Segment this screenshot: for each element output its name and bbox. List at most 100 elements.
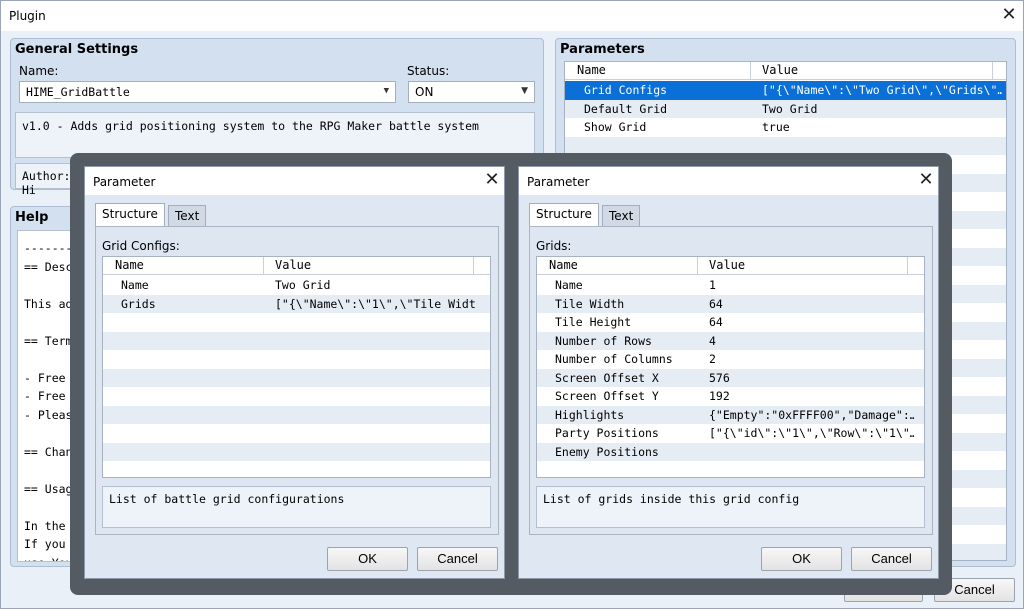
table-row [103,387,490,406]
table-row[interactable]: Enemy Positions [537,442,924,461]
table-row [103,424,490,443]
table-row [537,461,924,477]
col-value-header: Value [275,258,312,272]
row-value: 4 [709,333,716,348]
close-icon[interactable]: ✕ [481,170,503,192]
parameter-dialog-grids: Parameter ✕ Structure Text Grids: Name V… [518,166,939,579]
parameter-dialog-grid-configs: Parameter ✕ Structure Text Grid Configs:… [84,166,505,579]
dialog-ok-button[interactable]: OK [761,547,842,571]
row-name: Name [555,278,583,292]
table-row[interactable]: Show Grid true [565,118,1006,137]
row-name: Highlights [555,407,625,422]
row-name: Tile Height [555,315,632,329]
row-value: ["{\"id\":\"1\",\"Row\":\"1\"… [709,426,914,440]
table-row[interactable]: Default Grid Two Grid [565,99,1006,118]
window-title: Plugin [9,9,46,23]
dialog-ok-button[interactable]: OK [327,547,408,571]
col-value-header: Value [762,63,799,77]
table-row [103,368,490,387]
name-label: Name: [19,64,59,78]
status-select[interactable]: ON ▼ [408,81,535,103]
row-value: 1 [709,278,716,292]
tab-text[interactable]: Text [168,205,207,227]
tab-structure[interactable]: Structure [529,203,599,227]
col-value-header: Value [709,258,746,272]
description-box[interactable]: v1.0 - Adds grid positioning system to t… [15,112,535,158]
table-row[interactable]: Number of Columns 2 [537,350,924,369]
tab-text[interactable]: Text [602,205,641,227]
status-label: Status: [407,64,450,78]
dialog-description: List of battle grid configurations [109,492,345,506]
row-value: ["{\"Name\":\"1\",\"Tile Widt… [275,296,475,311]
table-row [103,350,490,369]
table-row[interactable]: Tile Width 64 [537,294,924,313]
general-settings-title: General Settings [15,42,139,57]
table-row[interactable]: Screen Offset X 576 [537,368,924,387]
row-value: true [762,120,790,134]
status-value: ON [415,85,434,99]
row-name: Show Grid [584,120,647,134]
row-name: Grids [121,296,156,311]
row-name: Party Positions [555,426,659,440]
dialog-title-bar: Parameter ✕ [85,167,504,195]
row-name: Number of Columns [555,352,673,366]
row-name: Screen Offset X [555,370,659,385]
row-value: 2 [709,352,716,366]
table-header: Name Value [103,257,490,275]
tab-structure[interactable]: Structure [95,203,165,227]
dialog-cancel-button[interactable]: Cancel [851,547,932,571]
col-name-header: Name [549,258,578,272]
table-row [103,442,490,461]
parameters-table-header: Name Value [565,62,1006,80]
close-icon[interactable]: ✕ [915,170,937,192]
title-bar: Plugin ✕ [1,1,1023,31]
table-row[interactable]: Grids ["{\"Name\":\"1\",\"Tile Widt… [103,294,490,313]
table-row[interactable]: Highlights {"Empty":"0xFFFF00","Damage":… [537,405,924,424]
row-value: 192 [709,389,730,403]
row-name: Tile Width [555,296,625,311]
plugin-name-select[interactable]: HIME_GridBattle ▼ [19,81,396,103]
dialog-description-box: List of grids inside this grid config [536,486,925,528]
table-row[interactable]: Name Two Grid [103,276,490,295]
section-label: Grids: [536,239,572,253]
col-name-header: Name [115,258,144,272]
grid-configs-table: Name Value Name Two Grid Grids ["{\"Name\":… [102,256,491,478]
table-row[interactable]: Number of Rows 4 [537,331,924,350]
table-row[interactable]: Name 1 [537,276,924,295]
table-row[interactable]: Party Positions ["{\"id\":\"1\",\"Row\":\… [537,424,924,443]
table-row[interactable]: Tile Height 64 [537,313,924,332]
plugin-name-value: HIME_GridBattle [26,85,130,99]
row-value: {"Empty":"0xFFFF00","Damage":… [709,407,914,422]
author-value: Hi [22,183,36,197]
row-name: Number of Rows [555,333,652,348]
table-header: Name Value [537,257,924,275]
table-row [103,405,490,424]
table-row[interactable]: Screen Offset Y 192 [537,387,924,406]
table-row [103,461,490,477]
table-row[interactable]: Grid Configs ["{\"Name\":\"Two Grid\",\"G… [565,81,1006,100]
dialog-description-box: List of battle grid configurations [102,486,491,528]
dialog-description: List of grids inside this grid config [543,492,800,506]
col-name-header: Name [577,63,606,77]
row-name: Default Grid [584,101,668,116]
row-name: Screen Offset Y [555,389,659,403]
description-text: v1.0 - Adds grid positioning system to t… [22,119,479,133]
parameters-title: Parameters [560,42,645,57]
row-value: ["{\"Name\":\"Two Grid\",\"Grids\"… [762,83,1002,97]
table-row [103,313,490,332]
close-icon[interactable]: ✕ [998,5,1020,27]
grids-table: Name Value Name 1 Tile Width 64 Tile Height 6… [536,256,925,478]
row-name: Enemy Positions [555,444,659,459]
row-name: Grid Configs [584,83,668,97]
table-row [103,331,490,350]
row-value: Two Grid [275,278,331,292]
chevron-down-icon: ▼ [521,86,528,96]
row-value: Two Grid [762,101,818,116]
dialog-title: Parameter [93,175,156,189]
row-name: Name [121,278,149,292]
author-label: Author: [22,169,71,183]
dialog-title-bar: Parameter ✕ [519,167,938,195]
row-value: 64 [709,296,723,311]
help-title: Help [15,210,49,225]
dialog-cancel-button[interactable]: Cancel [417,547,498,571]
